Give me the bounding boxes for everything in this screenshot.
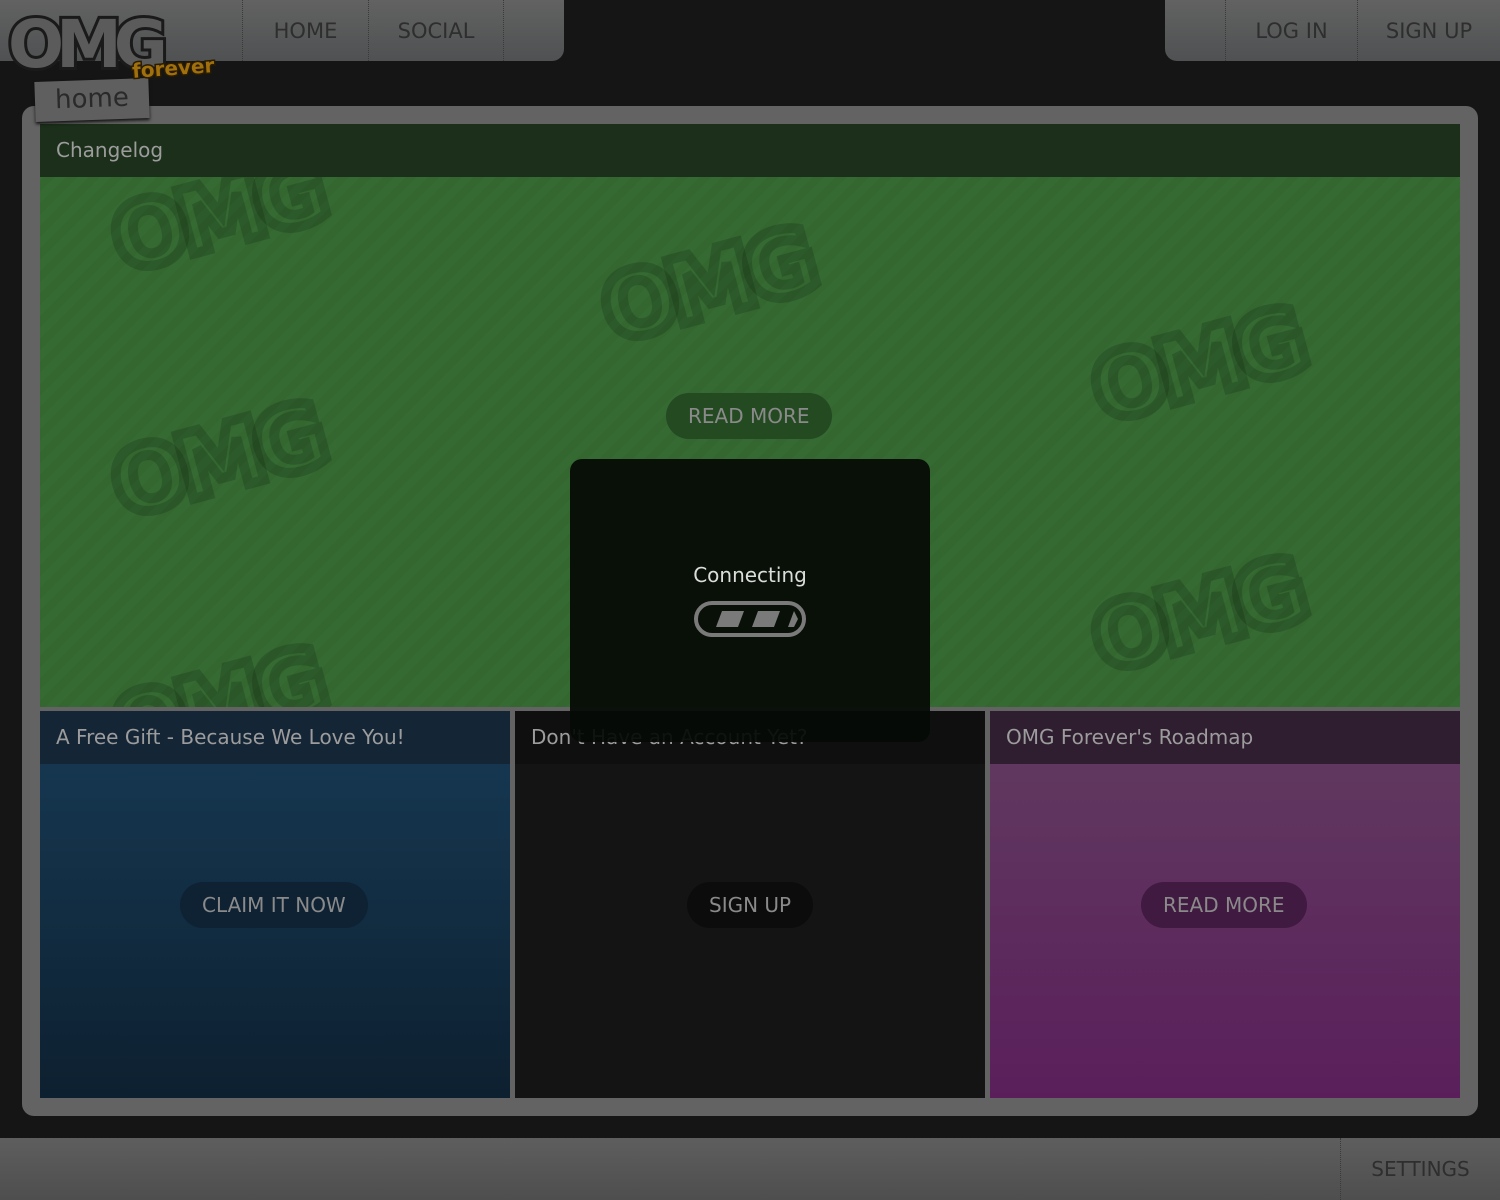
gift-panel: A Free Gift - Because We Love You! CLAIM… [40,711,510,1098]
panel-sign-up-button[interactable]: SIGN UP [687,882,814,928]
account-panel: Don't Have an Account Yet? SIGN UP [515,711,985,1098]
changelog-title: Changelog [40,124,1460,177]
changelog-read-more-button[interactable]: READ MORE [666,393,832,439]
logo-subtext: forever [130,52,217,85]
settings-button[interactable]: SETTINGS [1340,1138,1500,1200]
roadmap-panel: OMG Forever's Roadmap READ MORE [990,711,1460,1098]
nav-login[interactable]: LOG IN [1225,0,1357,61]
connecting-dialog: Connecting [570,459,930,742]
nav-home[interactable]: HOME [242,0,368,61]
footer-bar: SETTINGS [0,1138,1500,1200]
connecting-text: Connecting [693,563,807,587]
logo[interactable]: OMG forever [5,3,217,86]
roadmap-title: OMG Forever's Roadmap [990,711,1460,764]
nav-signup[interactable]: SIGN UP [1357,0,1500,61]
loading-bar-icon [694,601,806,637]
top-nav-right: LOG IN SIGN UP [1165,0,1500,61]
gift-title: A Free Gift - Because We Love You! [40,711,510,764]
page-tag: home [34,78,150,122]
claim-it-now-button[interactable]: CLAIM IT NOW [180,882,368,928]
nav-social[interactable]: SOCIAL [368,0,504,61]
roadmap-read-more-button[interactable]: READ MORE [1141,882,1307,928]
